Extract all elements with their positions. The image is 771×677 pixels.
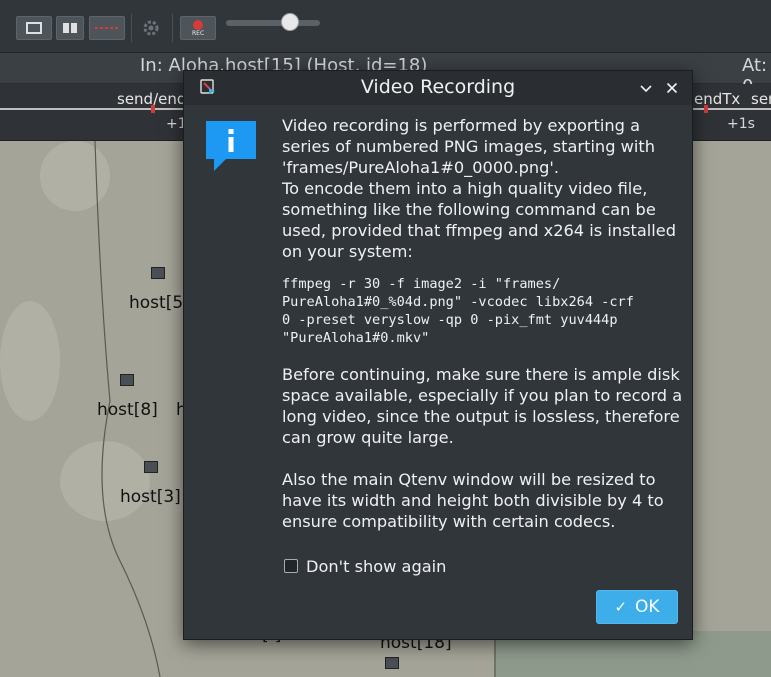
message-disk-space: Before continuing, make sure there is am… xyxy=(282,365,683,447)
dialog-title: Video Recording xyxy=(360,76,516,98)
timeline-event-label: endTx xyxy=(694,90,741,108)
host-label: host[5] xyxy=(129,293,190,313)
toolbar-separator xyxy=(131,14,132,42)
record-label: REC xyxy=(192,30,205,37)
message-encode: To encode them into a high quality video… xyxy=(282,179,677,261)
layout-toggle-icon xyxy=(26,22,42,34)
settings-button[interactable] xyxy=(141,18,161,42)
checkmark-icon: ✓ xyxy=(614,598,628,616)
ok-button-label: OK xyxy=(635,597,660,617)
checkbox-box[interactable] xyxy=(284,559,298,573)
chevron-down-icon xyxy=(640,85,652,93)
host-computer-icon[interactable] xyxy=(151,267,165,279)
run-sequence-button[interactable] xyxy=(89,16,125,40)
minimize-button[interactable] xyxy=(636,78,656,98)
dont-show-again-checkbox[interactable]: Don't show again xyxy=(284,555,446,577)
toolbar-separator xyxy=(172,14,173,42)
close-icon xyxy=(666,82,678,94)
host-label: host[8] xyxy=(97,400,158,420)
video-recording-dialog: Video Recording Video recording is perfo… xyxy=(183,70,693,640)
host-computer-icon[interactable] xyxy=(385,657,399,669)
message-resize: Also the main Qtenv window will be resiz… xyxy=(282,470,664,531)
host-label: host[3] xyxy=(120,487,181,507)
info-icon xyxy=(206,121,256,171)
dialog-titlebar[interactable]: Video Recording xyxy=(184,71,692,105)
message-intro: Video recording is performed by exportin… xyxy=(282,116,655,177)
split-view-icon xyxy=(63,23,77,33)
split-view-button[interactable] xyxy=(56,16,84,40)
gear-icon xyxy=(143,20,159,36)
speed-slider-knob[interactable] xyxy=(281,13,299,31)
run-sequence-icon xyxy=(95,27,119,29)
timeline-tick-label: +1s xyxy=(727,116,755,132)
checkbox-label: Don't show again xyxy=(306,556,447,576)
host-computer-icon[interactable] xyxy=(120,374,134,386)
close-button[interactable] xyxy=(662,78,682,98)
ok-button[interactable]: ✓ OK xyxy=(596,590,678,624)
timeline-event-marker xyxy=(704,105,708,113)
main-toolbar: REC xyxy=(0,0,771,53)
timeline-event-label: send xyxy=(751,90,771,108)
layout-toggle-button[interactable] xyxy=(16,16,52,40)
timeline-event-marker xyxy=(151,105,155,113)
host-computer-icon[interactable] xyxy=(144,461,158,473)
record-button[interactable]: REC xyxy=(180,16,216,40)
dialog-message: Video recording is performed by exportin… xyxy=(282,115,684,532)
speed-slider-track[interactable] xyxy=(226,20,320,26)
ffmpeg-command: ffmpeg -r 30 -f image2 -i "frames/ PureA… xyxy=(282,276,634,346)
